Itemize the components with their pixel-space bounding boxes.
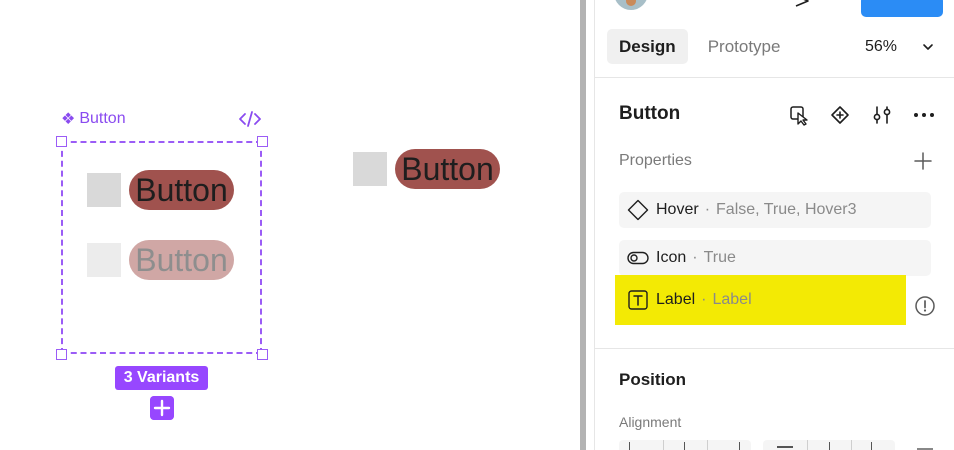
horizontal-alignment-group[interactable] [619,440,751,450]
property-value: False, True, Hover3 [716,201,857,218]
component-icon: ❖ [61,111,76,128]
button-pill: Button [129,170,234,210]
property-name: Icon [656,249,687,266]
variant-diamond-icon [627,199,649,221]
property-separator: · [701,291,707,308]
property-separator: · [692,249,698,266]
properties-panel: Design Prototype 56% Button Properties H… [594,0,954,450]
panel-divider[interactable] [580,0,586,450]
resize-handle-bottom-right[interactable] [257,349,268,360]
icon-placeholder [353,152,387,186]
adjust-icon[interactable] [871,104,893,126]
property-value: Label [712,291,752,308]
code-icon[interactable] [238,110,262,128]
share-button[interactable] [861,0,943,17]
warning-icon[interactable] [914,295,936,317]
distribute-icon[interactable] [915,440,937,450]
property-row-label[interactable]: Label · Label [615,275,906,325]
component-set-name: Button [79,110,126,127]
resize-handle-top-left[interactable] [56,136,67,147]
mode-tabs: Design Prototype [607,29,792,64]
divider [595,348,954,349]
zoom-level[interactable]: 56% [865,38,897,56]
vertical-alignment-group[interactable] [763,440,895,450]
boolean-toggle-icon [627,251,649,265]
tab-prototype[interactable]: Prototype [696,29,793,64]
user-avatar[interactable] [614,0,648,10]
add-variant-button[interactable] [150,396,174,420]
property-value: True [703,249,736,266]
property-row-icon[interactable]: Icon · True [619,240,931,276]
button-pill: Button [129,240,234,280]
tab-design[interactable]: Design [607,29,688,64]
property-separator: · [704,201,711,218]
resize-handle-top-right[interactable] [257,136,268,147]
go-to-main-component-icon[interactable] [829,104,851,126]
alignment-heading: Alignment [619,414,682,430]
properties-heading: Properties [619,152,692,169]
variant-disabled[interactable]: Button [87,240,234,280]
component-title: Button [619,103,681,124]
variant-default[interactable]: Button [87,170,234,210]
design-canvas[interactable]: ❖ Button Button Button Button 3 Variants [0,0,580,450]
variants-count-badge[interactable]: 3 Variants [115,366,208,390]
text-property-icon [628,290,648,310]
button-instance[interactable]: Button [353,149,500,189]
position-heading: Position [619,370,687,389]
divider [595,77,954,78]
property-name: Label [656,291,696,308]
chevron-down-icon[interactable] [922,42,934,52]
icon-placeholder [87,173,121,207]
property-name: Hover [656,201,699,218]
more-options-icon[interactable] [913,104,935,126]
property-row-hover[interactable]: Hover · False, True, Hover3 [619,192,931,228]
resize-handle-bottom-left[interactable] [56,349,67,360]
select-matching-icon[interactable] [788,104,810,126]
button-pill: Button [395,149,500,189]
component-set-label[interactable]: ❖ Button [61,109,126,129]
present-icon[interactable] [793,0,811,8]
add-property-icon[interactable] [914,152,932,170]
icon-placeholder [87,243,121,277]
